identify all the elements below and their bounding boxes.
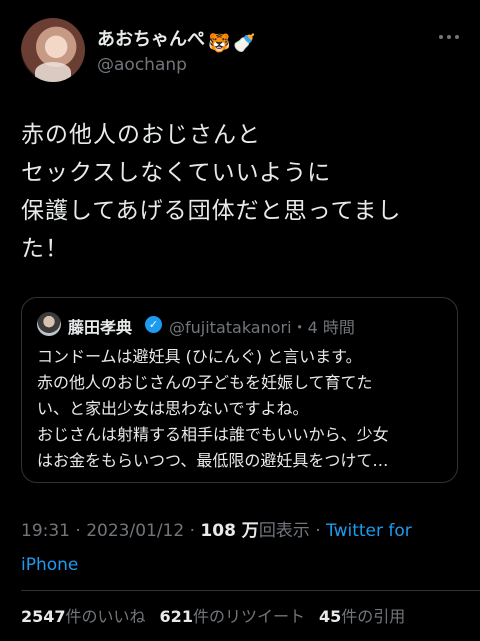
quoted-author-avatar — [37, 312, 61, 336]
quoted-line: コンドームは避妊具 (ひにんぐ) と言います。 — [37, 347, 362, 366]
tweet-text: 赤の他人のおじさんと セックスしなくていいように 保護してあげる団体だと思ってま… — [21, 116, 471, 268]
quotes-count: 45 — [318, 607, 342, 626]
views-count: 108 万 — [200, 521, 259, 541]
quotes-label: 件の引用 — [341, 607, 406, 626]
tweet-meta: 19:31 · 2023/01/12 · 108 万回表示 · Twitter … — [21, 514, 461, 582]
likes-label: 件のいいね — [65, 607, 146, 626]
likes-count: 2547 — [21, 607, 66, 626]
quoted-line: い、と家出少女は思わないですよね。 — [37, 399, 309, 418]
quoted-tweet-card[interactable]: 藤田孝典 ✓ @fujitatakanori・4 時間 コンドームは避妊具 (ひ… — [21, 297, 458, 483]
tweet-header: あおちゃんぺ 🐯 🍼 @aochanp — [0, 0, 480, 100]
quoted-author-name: 藤田孝典 — [68, 318, 133, 337]
author-display-name[interactable]: あおちゃんぺ 🐯 🍼 — [97, 25, 255, 55]
retweets-stat[interactable]: 621件のリツイート — [160, 607, 305, 626]
more-options-icon[interactable] — [436, 30, 462, 44]
tweet-line: セックスしなくていいように — [21, 160, 332, 186]
tweet-line: 保護してあげる団体だと思ってまし — [21, 198, 402, 224]
author-name-text: あおちゃんぺ — [97, 29, 205, 50]
quoted-author-handle-time: @fujitatakanori・4 時間 — [169, 318, 355, 337]
divider — [21, 590, 480, 591]
author-avatar[interactable] — [21, 18, 85, 82]
author-handle[interactable]: @aochanp — [97, 55, 187, 75]
quoted-line: おじさんは射精する相手は誰でもいいから、少女 — [37, 425, 389, 444]
tweet-line: た！ — [21, 236, 69, 262]
quoted-line: 赤の他人のおじさんの子どもを妊娠して育てた — [37, 373, 373, 392]
likes-stat[interactable]: 2547件のいいね — [21, 607, 146, 626]
tiger-emoji-icon: 🐯 — [208, 33, 231, 54]
quoted-line: はお金をもらいつつ、最低限の避妊具をつけて… — [37, 451, 389, 470]
baby-bottle-emoji-icon: 🍼 — [233, 33, 256, 54]
tweet-line: 赤の他人のおじさんと — [21, 122, 261, 148]
quotes-stat[interactable]: 45件の引用 — [319, 607, 405, 626]
timestamp[interactable]: 19:31 · 2023/01/12 · — [21, 521, 200, 541]
quoted-tweet-text: コンドームは避妊具 (ひにんぐ) と言います。 赤の他人のおじさんの子どもを妊娠… — [37, 344, 447, 474]
engagement-stats: 2547件のいいね 621件のリツイート 45件の引用 — [21, 603, 419, 627]
retweets-label: 件のリツイート — [192, 607, 305, 626]
verified-badge-icon: ✓ — [145, 316, 162, 333]
retweets-count: 621 — [159, 607, 193, 626]
views-label: 回表示 · — [258, 521, 327, 541]
